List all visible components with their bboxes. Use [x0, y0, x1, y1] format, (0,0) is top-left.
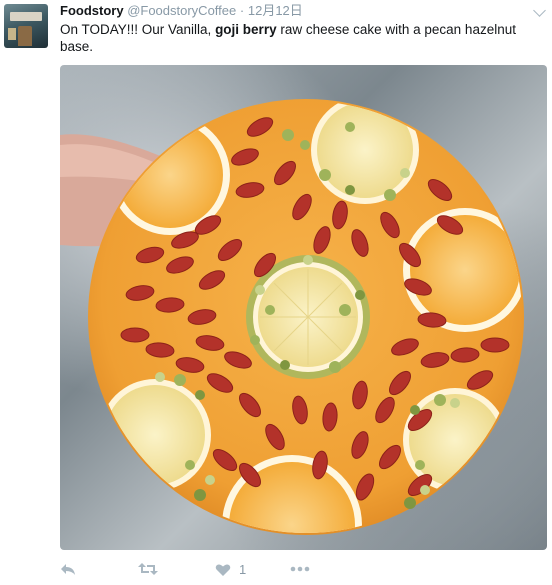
- user-handle[interactable]: @FoodstoryCoffee: [127, 3, 236, 18]
- separator: ·: [239, 3, 245, 18]
- more-button[interactable]: [290, 566, 310, 572]
- display-name[interactable]: Foodstory: [60, 3, 124, 18]
- like-button[interactable]: 1: [215, 562, 246, 577]
- timestamp[interactable]: 12月12日: [248, 3, 303, 18]
- tweet-header: Foodstory @FoodstoryCoffee · 12月12日: [60, 3, 303, 19]
- retweet-icon: [138, 563, 158, 575]
- avatar-shop-door: [18, 26, 32, 46]
- more-icon: [290, 566, 310, 572]
- heart-icon: [215, 563, 231, 576]
- chevron-down-icon[interactable]: [533, 4, 546, 17]
- tweet-text: On TODAY!!! Our Vanilla, goji berry raw …: [60, 21, 530, 55]
- tweet-text-bold: goji berry: [215, 22, 277, 37]
- cheesecake-image: [60, 99, 524, 535]
- like-count: 1: [239, 562, 247, 577]
- retweet-button[interactable]: [138, 562, 158, 576]
- reply-icon: [61, 564, 75, 575]
- avatar[interactable]: [4, 4, 48, 48]
- avatar-shop-window: [8, 28, 16, 40]
- avatar-shop-sign: [10, 12, 42, 21]
- tweet-text-part: On TODAY!!! Our Vanilla,: [60, 22, 216, 37]
- tweet-photo[interactable]: [60, 65, 547, 550]
- tweet-actions: 1: [60, 560, 540, 582]
- reply-button[interactable]: [60, 562, 76, 576]
